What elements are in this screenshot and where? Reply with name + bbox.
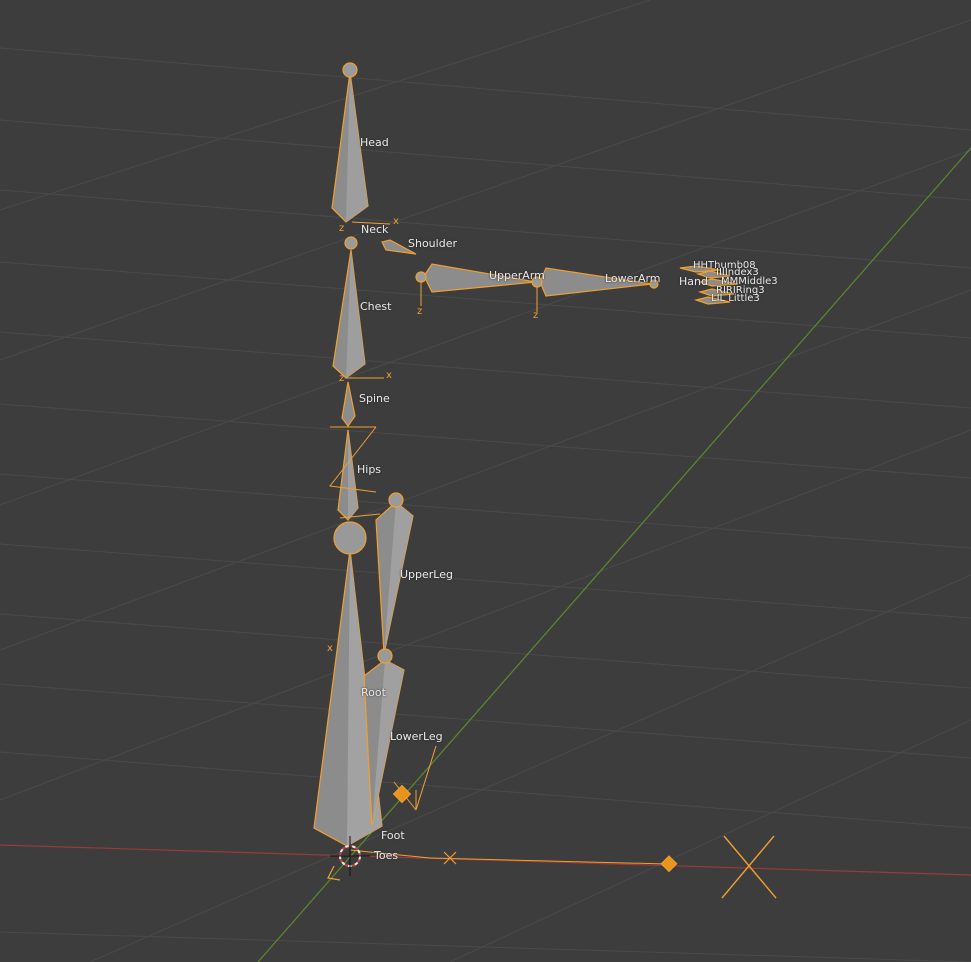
- label-chest: Chest: [360, 300, 392, 313]
- label-root: Root: [361, 686, 386, 699]
- axis-z-spine: z: [339, 373, 345, 384]
- axis-z-neck: z: [339, 223, 345, 234]
- joint-upper-leg[interactable]: [388, 492, 404, 508]
- label-little: LIL Little3: [711, 293, 760, 304]
- label-foot: Foot: [381, 829, 405, 842]
- label-hand: Hand: [679, 275, 708, 288]
- joint-head-tail[interactable]: [342, 62, 358, 78]
- foot-marker: [327, 865, 341, 881]
- label-lower-leg: LowerLeg: [390, 730, 443, 743]
- label-lower-arm: LowerArm: [605, 272, 661, 285]
- axis-x-root: x: [327, 643, 333, 654]
- axis-x-neck: x: [393, 216, 399, 227]
- axis-z-lower-arm: z: [533, 310, 539, 321]
- label-neck: Neck: [361, 223, 389, 236]
- joint-lower-leg[interactable]: [377, 648, 393, 664]
- label-upper-arm: UpperArm: [489, 269, 545, 282]
- label-shoulder: Shoulder: [408, 237, 457, 250]
- x-axis-line: [0, 844, 971, 876]
- joint-neck[interactable]: [344, 236, 358, 250]
- floor-grid: [0, 0, 971, 962]
- 3d-viewport[interactable]: Head Neck Shoulder Chest UpperArm LowerA…: [0, 0, 971, 962]
- y-axis-line: [257, 147, 971, 962]
- label-head: Head: [360, 136, 389, 149]
- label-spine: Spine: [359, 392, 390, 405]
- axis-x-spine: x: [386, 370, 392, 381]
- label-hips: Hips: [357, 463, 382, 476]
- label-toes: Toes: [374, 849, 399, 862]
- axis-z-upper-arm: z: [417, 306, 423, 317]
- joint-root-head[interactable]: [333, 521, 367, 555]
- label-upper-leg: UpperLeg: [400, 568, 453, 581]
- armature-scene[interactable]: [0, 0, 971, 962]
- bone-spine[interactable]: [341, 381, 356, 428]
